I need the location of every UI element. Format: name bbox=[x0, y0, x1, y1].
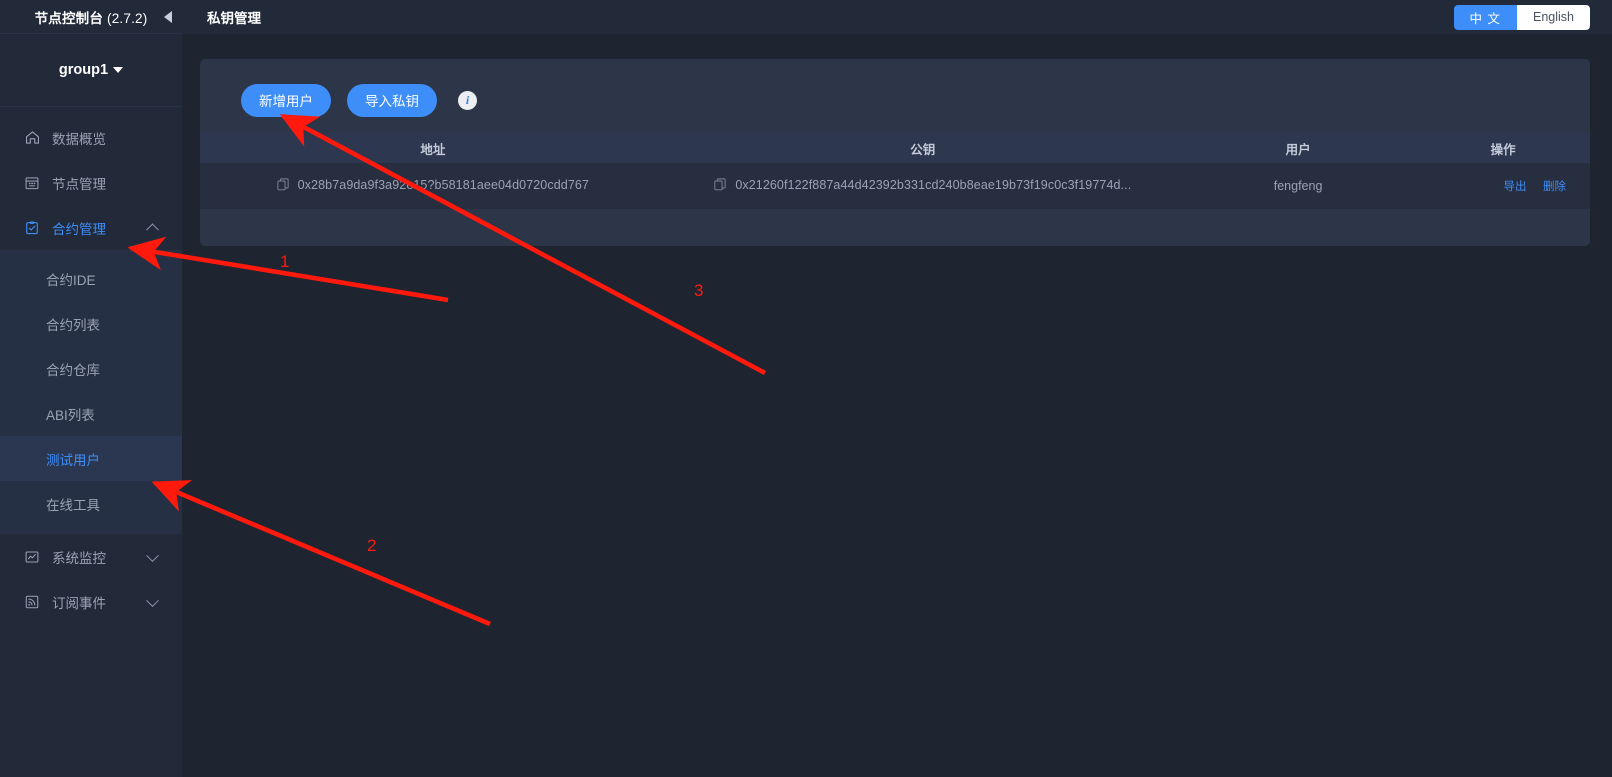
table-body: 0x28b7a9da9f3a92e15?b58181aee04d0720cdd7… bbox=[200, 163, 1590, 209]
public-key-value: 0x21260f122f887a44d42392b331cd240b8eae19… bbox=[735, 177, 1132, 192]
rss-icon bbox=[23, 593, 41, 611]
private-key-table: 地址 公钥 用户 操作 0x28b7a9da9f3a92e15?b58181ae… bbox=[200, 133, 1590, 209]
sidebar-subitem-label: 合约IDE bbox=[46, 272, 96, 288]
private-key-card: 新增用户 导入私钥 i 地址 公钥 用户 操作 0x28b7a9da9f3a92… bbox=[200, 59, 1590, 246]
column-header-actions: 操作 bbox=[1416, 133, 1590, 163]
sidebar-item-subscribe-events[interactable]: 订阅事件 bbox=[0, 579, 182, 624]
info-circle-icon[interactable]: i bbox=[458, 90, 477, 110]
sidebar-item-contract-ide[interactable]: 合约IDE bbox=[0, 256, 182, 301]
sidebar-subitem-label: 在线工具 bbox=[46, 497, 100, 513]
brand-version: (2.7.2) bbox=[107, 10, 148, 26]
language-button-english[interactable]: English bbox=[1517, 4, 1590, 30]
chevron-down-icon bbox=[146, 593, 159, 607]
export-link[interactable]: 导出 bbox=[1504, 181, 1527, 193]
sidebar: 节点控制台 (2.7.2) group1 数据概览 节点管理 合约管理 合约ID… bbox=[0, 0, 182, 777]
group-selector-label: group1 bbox=[58, 62, 109, 78]
monitor-chart-icon bbox=[23, 548, 41, 566]
sidebar-item-abi-list[interactable]: ABI列表 bbox=[0, 391, 182, 436]
top-bar: 私钥管理 中 文 English bbox=[182, 0, 1612, 34]
sidebar-brand: 节点控制台 (2.7.2) bbox=[0, 0, 182, 34]
sidebar-item-label: 合约管理 bbox=[52, 221, 106, 237]
clipboard-check-icon bbox=[23, 219, 41, 237]
sidebar-item-test-user[interactable]: 测试用户 bbox=[0, 436, 182, 481]
sidebar-item-online-tools[interactable]: 在线工具 bbox=[0, 481, 182, 526]
table-row: 0x28b7a9da9f3a92e15?b58181aee04d0720cdd7… bbox=[200, 163, 1590, 209]
table-header: 地址 公钥 用户 操作 bbox=[200, 133, 1590, 163]
delete-link[interactable]: 删除 bbox=[1543, 181, 1566, 193]
language-switch: 中 文 English bbox=[1453, 4, 1590, 30]
sidebar-item-contract-repository[interactable]: 合约仓库 bbox=[0, 346, 182, 391]
sidebar-subitem-label: 合约仓库 bbox=[46, 362, 100, 378]
sidebar-item-contract-management[interactable]: 合约管理 bbox=[0, 205, 182, 250]
caret-down-icon bbox=[113, 67, 124, 73]
sidebar-item-data-overview[interactable]: 数据概览 bbox=[0, 115, 182, 160]
column-header-user: 用户 bbox=[1179, 133, 1417, 163]
address-value: 0x28b7a9da9f3a92e15?b58181aee04d0720cdd7… bbox=[297, 177, 589, 192]
sidebar-item-system-monitor[interactable]: 系统监控 bbox=[0, 534, 182, 579]
brand-name: 节点控制台 bbox=[34, 10, 104, 26]
chevron-down-icon bbox=[146, 548, 159, 562]
brand-title: 节点控制台 (2.7.2) bbox=[35, 7, 148, 27]
sidebar-submenu-contract: 合约IDE 合约列表 合约仓库 ABI列表 测试用户 在线工具 bbox=[0, 250, 182, 534]
user-value: fengfeng bbox=[1273, 179, 1323, 193]
sidebar-subitem-label: 合约列表 bbox=[46, 317, 100, 333]
page-title: 私钥管理 bbox=[207, 11, 261, 26]
cell-actions: 导出 删除 bbox=[1416, 163, 1590, 209]
sidebar-item-label: 节点管理 bbox=[52, 176, 106, 192]
cell-address: 0x28b7a9da9f3a92e15?b58181aee04d0720cdd7… bbox=[200, 163, 666, 209]
content-area: 新增用户 导入私钥 i 地址 公钥 用户 操作 0x28b7a9da9f3a92… bbox=[182, 34, 1612, 777]
copy-icon[interactable] bbox=[714, 178, 726, 191]
main-area: 私钥管理 中 文 English 新增用户 导入私钥 i 地址 公钥 用户 操作… bbox=[182, 0, 1612, 777]
add-user-button[interactable]: 新增用户 bbox=[241, 83, 331, 117]
sidebar-item-contract-list[interactable]: 合约列表 bbox=[0, 301, 182, 346]
sidebar-subitem-label: ABI列表 bbox=[46, 407, 95, 423]
copy-icon[interactable] bbox=[277, 178, 289, 191]
calendar-icon bbox=[23, 174, 41, 192]
cell-user: fengfeng bbox=[1179, 163, 1417, 209]
sidebar-subitem-label: 测试用户 bbox=[46, 452, 100, 468]
table-header-row: 地址 公钥 用户 操作 bbox=[200, 133, 1590, 163]
address-cell-content: 0x28b7a9da9f3a92e15?b58181aee04d0720cdd7… bbox=[277, 178, 589, 192]
group-selector[interactable]: group1 bbox=[0, 34, 182, 107]
app-root: 节点控制台 (2.7.2) group1 数据概览 节点管理 合约管理 合约ID… bbox=[0, 0, 1612, 777]
language-button-chinese[interactable]: 中 文 bbox=[1453, 4, 1517, 30]
sidebar-menu: 数据概览 节点管理 合约管理 合约IDE 合约列表 合约仓库 ABI列表 测试用… bbox=[0, 107, 182, 624]
card-toolbar: 新增用户 导入私钥 i bbox=[200, 81, 1590, 119]
column-header-public-key: 公钥 bbox=[665, 133, 1180, 163]
column-header-address: 地址 bbox=[200, 133, 666, 163]
cell-public-key: 0x21260f122f887a44d42392b331cd240b8eae19… bbox=[665, 163, 1180, 209]
home-icon bbox=[23, 129, 41, 147]
collapse-left-icon[interactable] bbox=[164, 10, 172, 23]
public-key-cell-content: 0x21260f122f887a44d42392b331cd240b8eae19… bbox=[714, 178, 1131, 192]
sidebar-item-label: 数据概览 bbox=[52, 131, 106, 147]
sidebar-item-node-management[interactable]: 节点管理 bbox=[0, 160, 182, 205]
import-private-key-button[interactable]: 导入私钥 bbox=[347, 83, 437, 117]
row-actions: 导出 删除 bbox=[1416, 178, 1590, 194]
chevron-up-icon bbox=[146, 222, 159, 236]
sidebar-item-label: 系统监控 bbox=[52, 550, 106, 566]
sidebar-item-label: 订阅事件 bbox=[52, 595, 106, 611]
